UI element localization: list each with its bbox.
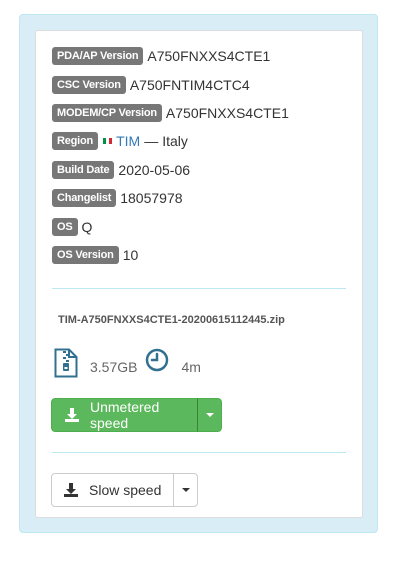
field-value: 10 (122, 247, 139, 263)
caret-down-icon (181, 488, 190, 492)
field-label: OS (52, 218, 78, 236)
field-value: A750FNXXS4CTE1 (165, 105, 289, 121)
field-label: OS Version (52, 246, 119, 264)
field-value: Q (81, 219, 93, 235)
field-os: OS Q (52, 217, 92, 237)
slow-download-group: Slow speed (51, 473, 198, 507)
field-label: PDA/AP Version (52, 47, 144, 65)
unmetered-download-group: Unmetered speed (51, 398, 222, 432)
field-label: Region (52, 132, 99, 150)
region-country: Italy (162, 133, 188, 149)
unmetered-speed-label: Unmetered speed (90, 399, 160, 431)
slow-dropdown-toggle[interactable] (173, 473, 198, 507)
field-csc-version: CSC Version A750FNTIM4CTC4 (52, 75, 250, 95)
download-stats: 3.57GB 4m (54, 348, 201, 378)
caret-down-icon (205, 413, 214, 417)
field-value: A750FNXXS4CTE1 (147, 48, 271, 64)
field-value: A750FNTIM4CTC4 (129, 77, 250, 93)
region-separator: — (144, 133, 159, 149)
field-value: 18057978 (120, 190, 183, 206)
file-size: 3.57GB (90, 359, 138, 375)
field-modem-version: MODEM/CP Version A750FNXXS4CTE1 (52, 103, 289, 123)
region-carrier-link[interactable]: TIM (116, 133, 140, 149)
field-label: Changelist (52, 189, 117, 207)
slow-speed-button[interactable]: Slow speed (51, 473, 174, 507)
field-changelist: Changelist 18057978 (52, 188, 183, 208)
field-label: MODEM/CP Version (52, 104, 162, 122)
field-region: Region TIM — Italy (52, 131, 188, 151)
field-label: Build Date (52, 161, 115, 179)
unmetered-speed-button[interactable]: Unmetered speed (51, 398, 198, 432)
divider (52, 452, 346, 453)
download-icon (64, 483, 78, 497)
clock-icon (145, 348, 169, 372)
field-pda-version: PDA/AP Version A750FNXXS4CTE1 (52, 46, 270, 66)
download-icon (65, 408, 79, 422)
divider (52, 288, 346, 289)
unmetered-dropdown-toggle[interactable] (197, 398, 222, 432)
field-label: CSC Version (52, 76, 126, 94)
field-build-date: Build Date 2020-05-06 (52, 160, 190, 180)
download-time: 4m (181, 359, 201, 375)
zip-file-icon (54, 348, 78, 378)
download-filename: TIM-A750FNXXS4CTE1-20200615112445.zip (58, 314, 285, 326)
italy-flag-icon (103, 138, 113, 144)
field-os-version: OS Version 10 (52, 245, 138, 265)
slow-speed-label: Slow speed (89, 482, 162, 498)
field-value: 2020-05-06 (118, 162, 191, 178)
